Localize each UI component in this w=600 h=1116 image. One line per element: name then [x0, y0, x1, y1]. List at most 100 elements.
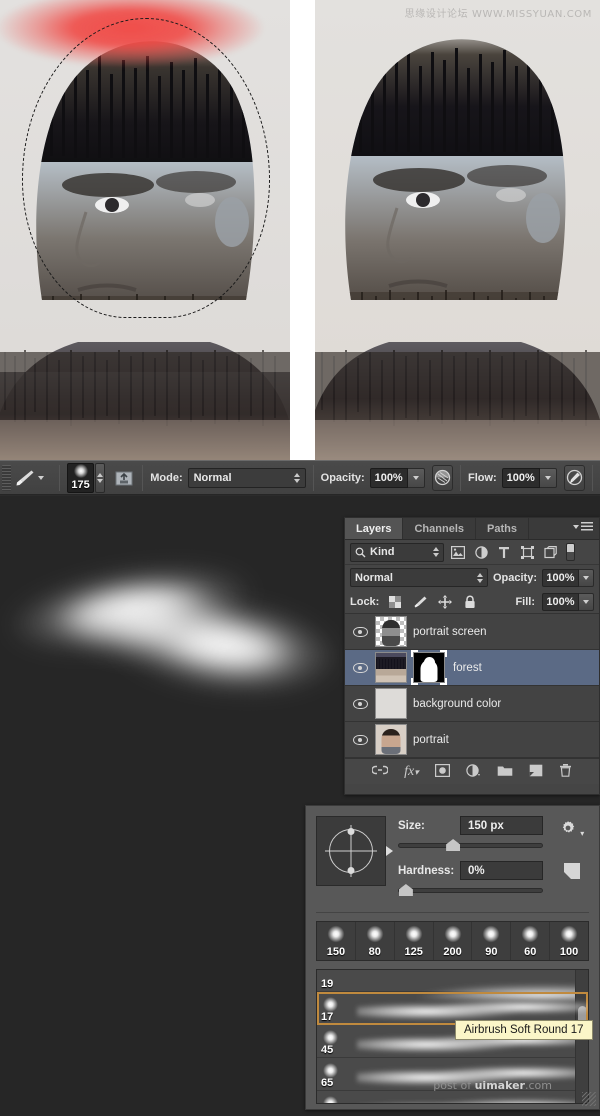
brush-preset-picker-panel[interactable]: Size: 150 px Hardness: 0% ▾ 150 80 125 2…	[305, 805, 600, 1110]
layer-thumbnail[interactable]	[375, 724, 407, 755]
flow-dropdown-arrow[interactable]	[539, 467, 557, 488]
list-item[interactable]: 100	[550, 922, 588, 960]
gear-icon	[562, 821, 574, 833]
list-item[interactable]: 125	[395, 922, 434, 960]
panel-menu-button[interactable]	[573, 522, 593, 531]
brush-hardness-slider-thumb[interactable]	[398, 884, 413, 896]
opacity-dropdown-arrow[interactable]	[407, 467, 425, 488]
brush-size-stepper[interactable]	[95, 462, 106, 493]
flow-field[interactable]: 100%	[501, 467, 557, 488]
layer-visibility-toggle[interactable]	[345, 662, 375, 673]
list-item[interactable]: 150	[317, 922, 356, 960]
separator-1	[58, 464, 60, 491]
layer-name[interactable]: background color	[413, 698, 501, 710]
smart-object-filter-icon[interactable]	[541, 543, 559, 561]
link-layers-icon[interactable]	[371, 764, 389, 779]
preset-size-label: 80	[368, 946, 381, 958]
layer-opacity-field[interactable]: 100%	[542, 568, 594, 587]
layers-panel[interactable]: Layers Channels Paths Kind Normal Opacit…	[344, 517, 600, 795]
list-item[interactable]: 90	[472, 922, 512, 960]
lock-position-icon[interactable]	[436, 593, 454, 611]
airbrush-button[interactable]	[563, 464, 585, 491]
brush-size-label: Size:	[398, 819, 425, 832]
opacity-label: Opacity:	[320, 471, 365, 484]
preset-size-label: 60	[524, 946, 537, 958]
layer-opacity-dropdown[interactable]	[579, 568, 594, 587]
table-row[interactable]: portrait	[345, 722, 599, 758]
lock-all-icon[interactable]	[461, 593, 479, 611]
lock-transparency-icon[interactable]	[386, 593, 404, 611]
brush-blob-icon	[323, 1063, 338, 1078]
layer-blend-mode-select[interactable]: Normal	[350, 568, 488, 587]
table-row[interactable]: background color	[345, 686, 599, 722]
type-filter-icon[interactable]	[495, 543, 513, 561]
brush-hardness-slider[interactable]	[398, 883, 543, 897]
fill-field[interactable]: 100%	[542, 592, 594, 611]
layer-thumbnail[interactable]	[375, 688, 407, 719]
gear-menu-button[interactable]: ▾	[560, 820, 584, 841]
filter-toggle-icon[interactable]	[566, 543, 575, 561]
lock-label: Lock:	[350, 595, 380, 608]
brush-size-preview[interactable]: 175	[66, 462, 95, 493]
list-item[interactable]: 60	[511, 922, 551, 960]
filter-kind-select[interactable]: Kind	[350, 542, 444, 562]
list-item[interactable]: 19	[317, 970, 588, 999]
new-group-icon[interactable]	[497, 764, 513, 780]
layer-style-fx-icon[interactable]: fx▾	[404, 764, 419, 780]
delete-layer-icon[interactable]	[559, 763, 572, 780]
brush-tooltip: Airbrush Soft Round 17	[455, 1020, 593, 1040]
layer-visibility-toggle[interactable]	[345, 734, 375, 745]
new-layer-icon[interactable]	[529, 764, 543, 780]
separator-4	[459, 464, 461, 491]
options-bar-grip[interactable]	[2, 464, 11, 491]
layer-visibility-toggle[interactable]	[345, 626, 375, 637]
brush-size-slider[interactable]	[398, 838, 543, 852]
adjustment-filter-icon[interactable]	[472, 543, 490, 561]
new-preset-icon[interactable]	[564, 863, 580, 879]
layer-thumbnail[interactable]	[375, 616, 407, 647]
brush-hardness-input[interactable]: 0%	[460, 861, 543, 880]
blend-mode-select[interactable]: Normal	[187, 467, 306, 488]
shape-filter-icon[interactable]	[518, 543, 536, 561]
pixel-filter-icon[interactable]	[449, 543, 467, 561]
layer-thumbnail[interactable]	[375, 652, 407, 683]
layer-mask-thumbnail[interactable]	[411, 650, 447, 685]
document-window-left[interactable]	[0, 0, 290, 460]
layer-name[interactable]: forest	[453, 662, 482, 674]
brush-size-input[interactable]: 150 px	[460, 816, 543, 835]
layer-visibility-toggle[interactable]	[345, 698, 375, 709]
airbrush-icon	[566, 469, 583, 486]
lock-image-icon[interactable]	[411, 593, 429, 611]
table-row[interactable]: portrait screen	[345, 614, 599, 650]
blend-mode-value: Normal	[193, 471, 232, 484]
tab-layers[interactable]: Layers	[345, 518, 404, 539]
new-adjustment-layer-icon[interactable]	[466, 763, 481, 780]
opacity-field[interactable]: 100%	[369, 467, 425, 488]
fill-dropdown[interactable]	[579, 592, 594, 611]
mode-label: Mode:	[150, 471, 183, 484]
thumb-face-art	[382, 620, 400, 646]
document-window-right[interactable]	[315, 0, 600, 460]
portrait-illustration-right	[315, 0, 600, 460]
add-layer-mask-icon[interactable]	[434, 763, 450, 780]
watermark-suffix: .com	[525, 1079, 552, 1092]
pressure-opacity-icon	[434, 469, 451, 486]
separator-5	[592, 464, 593, 491]
layer-name[interactable]: portrait	[413, 734, 449, 746]
table-row[interactable]: forest	[345, 650, 599, 686]
brush-preset-caret[interactable]	[37, 475, 44, 480]
opacity-pressure-button[interactable]	[431, 464, 453, 491]
panel-resize-grip[interactable]	[582, 1092, 596, 1106]
preset-size-label: 200	[443, 946, 462, 958]
list-item[interactable]: 200	[434, 922, 473, 960]
brush-tip-preview[interactable]	[316, 816, 393, 886]
layer-name[interactable]: portrait screen	[413, 626, 487, 638]
list-item[interactable]	[317, 1091, 588, 1103]
brush-size-slider-thumb[interactable]	[446, 839, 461, 851]
tablet-pressure-toggle[interactable]	[113, 466, 135, 490]
brush-tool-icon[interactable]	[14, 466, 36, 490]
tab-paths[interactable]: Paths	[476, 518, 529, 539]
tab-channels[interactable]: Channels	[403, 518, 476, 539]
brush-panel-side-buttons: ▾	[555, 816, 589, 906]
list-item[interactable]: 80	[356, 922, 395, 960]
